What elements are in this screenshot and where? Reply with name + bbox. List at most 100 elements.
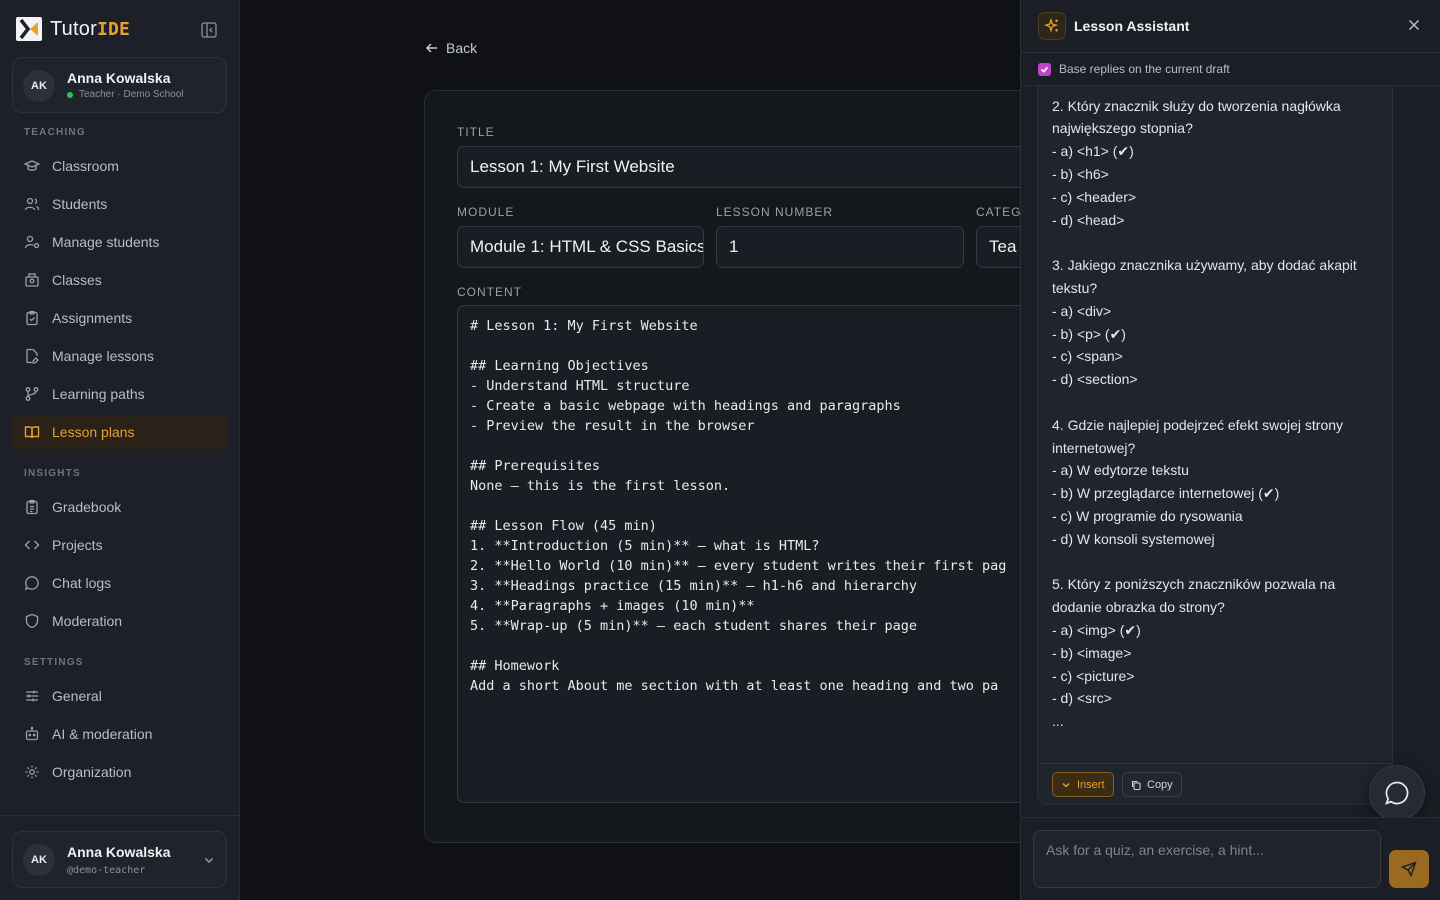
message-line: - b) <p> (✔) — [1052, 325, 1126, 342]
panel-title: Lesson Assistant — [1074, 18, 1190, 34]
message-line: - d) <head> — [1052, 211, 1125, 228]
sidebar-item-gradebook[interactable]: Gradebook — [12, 490, 227, 524]
user-handle: @demo-teacher — [67, 865, 146, 876]
sidebar: TutorIDE AK Anna Kowalska Teacher · Demo… — [0, 0, 240, 900]
sparkle-icon — [1038, 12, 1066, 40]
panel-footer: Ask for a quiz, an exercise, a hint... — [1021, 817, 1440, 900]
sidebar-item-classroom[interactable]: Classroom — [12, 149, 227, 183]
code-icon — [24, 540, 40, 550]
section-label-insights: INSIGHTS — [24, 468, 81, 479]
logo-icon — [16, 17, 42, 41]
toggle-label: Base replies on the current draft — [1059, 62, 1230, 76]
send-icon — [1401, 861, 1417, 877]
module-input[interactable]: Module 1: HTML & CSS Basics — [457, 226, 704, 268]
message-line: - c) W programie do rysowania — [1052, 507, 1243, 524]
message-line: - d) <src> — [1052, 690, 1112, 707]
message-line: - b) <h6> — [1052, 165, 1109, 182]
online-status-icon — [67, 91, 73, 98]
sidebar-item-label: Classroom — [52, 158, 119, 174]
sidebar-item-learning-paths[interactable]: Learning paths — [12, 377, 227, 411]
message-line: 2. Który znacznik służy do tworzenia nag… — [1052, 97, 1341, 114]
sidebar-item-manage-students[interactable]: Manage students — [12, 225, 227, 259]
assistant-message-text: - c) Hyper Transfer Markup Language2. Kt… — [1052, 61, 1382, 733]
panel-header: Lesson Assistant — [1021, 0, 1440, 53]
ask-input[interactable]: Ask for a quiz, an exercise, a hint... — [1033, 830, 1381, 888]
sidebar-item-label: Projects — [52, 537, 103, 553]
users-icon — [24, 197, 40, 211]
message-line: - a) <img> (✔) — [1052, 621, 1141, 638]
sidebar-item-label: Chat logs — [52, 575, 112, 591]
message-line — [1052, 391, 1382, 414]
brand-accent-text: IDE — [96, 18, 131, 40]
sidebar-item-moderation[interactable]: Moderation — [12, 604, 227, 638]
sidebar-item-projects[interactable]: Projects — [12, 528, 227, 562]
file-edit-icon — [26, 348, 39, 364]
checkbox-checked-icon[interactable] — [1038, 63, 1051, 76]
avatar: AK — [23, 70, 55, 102]
message-circle-icon — [1384, 781, 1409, 805]
sidebar-item-label: Assignments — [52, 310, 133, 326]
sidebar-item-organization[interactable]: Organization — [12, 755, 227, 789]
sidebar-item-label: Organization — [52, 764, 132, 780]
clipboard-list-icon — [26, 499, 38, 515]
send-button[interactable] — [1389, 850, 1429, 888]
user-role-text: Teacher — [79, 89, 115, 100]
collapse-sidebar-icon[interactable] — [200, 21, 218, 39]
insert-button[interactable]: Insert — [1052, 772, 1114, 797]
message-circle-icon — [24, 576, 39, 591]
account-switcher[interactable]: AK Anna Kowalska @demo-teacher — [12, 831, 227, 888]
sidebar-item-ai-moderation[interactable]: AI & moderation — [12, 717, 227, 751]
lesson-assistant-panel: - c) Hyper Transfer Markup Language2. Kt… — [1020, 0, 1440, 900]
sidebar-item-chat-logs[interactable]: Chat logs — [12, 566, 227, 600]
book-open-icon — [24, 426, 40, 439]
clipboard-check-icon — [26, 310, 38, 326]
message-line: - b) <image> — [1052, 644, 1132, 661]
section-label-settings: SETTINGS — [24, 657, 84, 668]
chat-button[interactable] — [1369, 765, 1425, 821]
message-line: internetowej? — [1052, 439, 1136, 456]
message-line: 5. Który z poniższych znaczników pozwala… — [1052, 576, 1336, 593]
copy-button[interactable]: Copy — [1122, 772, 1182, 797]
back-button[interactable]: Back — [425, 40, 477, 56]
message-line: ... — [1052, 713, 1064, 730]
message-line: dodanie obrazka do strony? — [1052, 599, 1225, 616]
sidebar-item-general[interactable]: General — [12, 679, 227, 713]
brand-logo[interactable]: TutorIDE — [16, 17, 130, 41]
user-name: Anna Kowalska — [67, 70, 171, 86]
message-line — [1052, 551, 1382, 574]
sidebar-item-classes[interactable]: Classes — [12, 263, 227, 297]
sidebar-item-label: General — [52, 688, 102, 704]
sidebar-item-students[interactable]: Students — [12, 187, 227, 221]
arrow-left-icon — [425, 43, 437, 53]
sidebar-item-label: Manage students — [52, 234, 160, 250]
lesson-number-label: LESSON NUMBER — [716, 205, 834, 219]
back-label: Back — [446, 40, 478, 56]
brand-name-text: Tutor — [50, 17, 97, 40]
divider — [1038, 763, 1392, 764]
message-line: 3. Jakiego znacznika używamy, aby dodać … — [1052, 257, 1357, 274]
close-icon[interactable] — [1407, 18, 1421, 32]
git-branch-icon — [25, 387, 39, 401]
user-card[interactable]: AK Anna Kowalska Teacher · Demo School — [12, 57, 227, 113]
sidebar-item-label: Lesson plans — [52, 424, 135, 440]
insert-label: Insert — [1077, 778, 1105, 791]
chevron-down-icon — [204, 857, 214, 864]
sidebar-item-label: Learning paths — [52, 386, 145, 402]
sidebar-footer: AK Anna Kowalska @demo-teacher — [0, 815, 240, 900]
lesson-number-input[interactable]: 1 — [716, 226, 964, 268]
sliders-icon — [26, 690, 38, 702]
message-line: - a) <div> — [1052, 302, 1112, 319]
message-line: największego stopnia? — [1052, 120, 1193, 137]
sidebar-item-manage-lessons[interactable]: Manage lessons — [12, 339, 227, 373]
copy-label: Copy — [1147, 778, 1173, 791]
avatar: AK — [23, 844, 55, 876]
sidebar-item-lesson-plans[interactable]: Lesson plans — [12, 415, 227, 449]
shield-icon — [25, 613, 39, 629]
draft-context-toggle[interactable]: Base replies on the current draft — [1021, 53, 1440, 86]
sidebar-item-assignments[interactable]: Assignments — [12, 301, 227, 335]
brand-name: TutorIDE — [50, 18, 130, 41]
gear-icon — [25, 765, 39, 779]
module-label: MODULE — [457, 205, 515, 219]
message-line: - c) <picture> — [1052, 667, 1135, 684]
message-line: - b) W przeglądarce internetowej (✔) — [1052, 485, 1280, 502]
